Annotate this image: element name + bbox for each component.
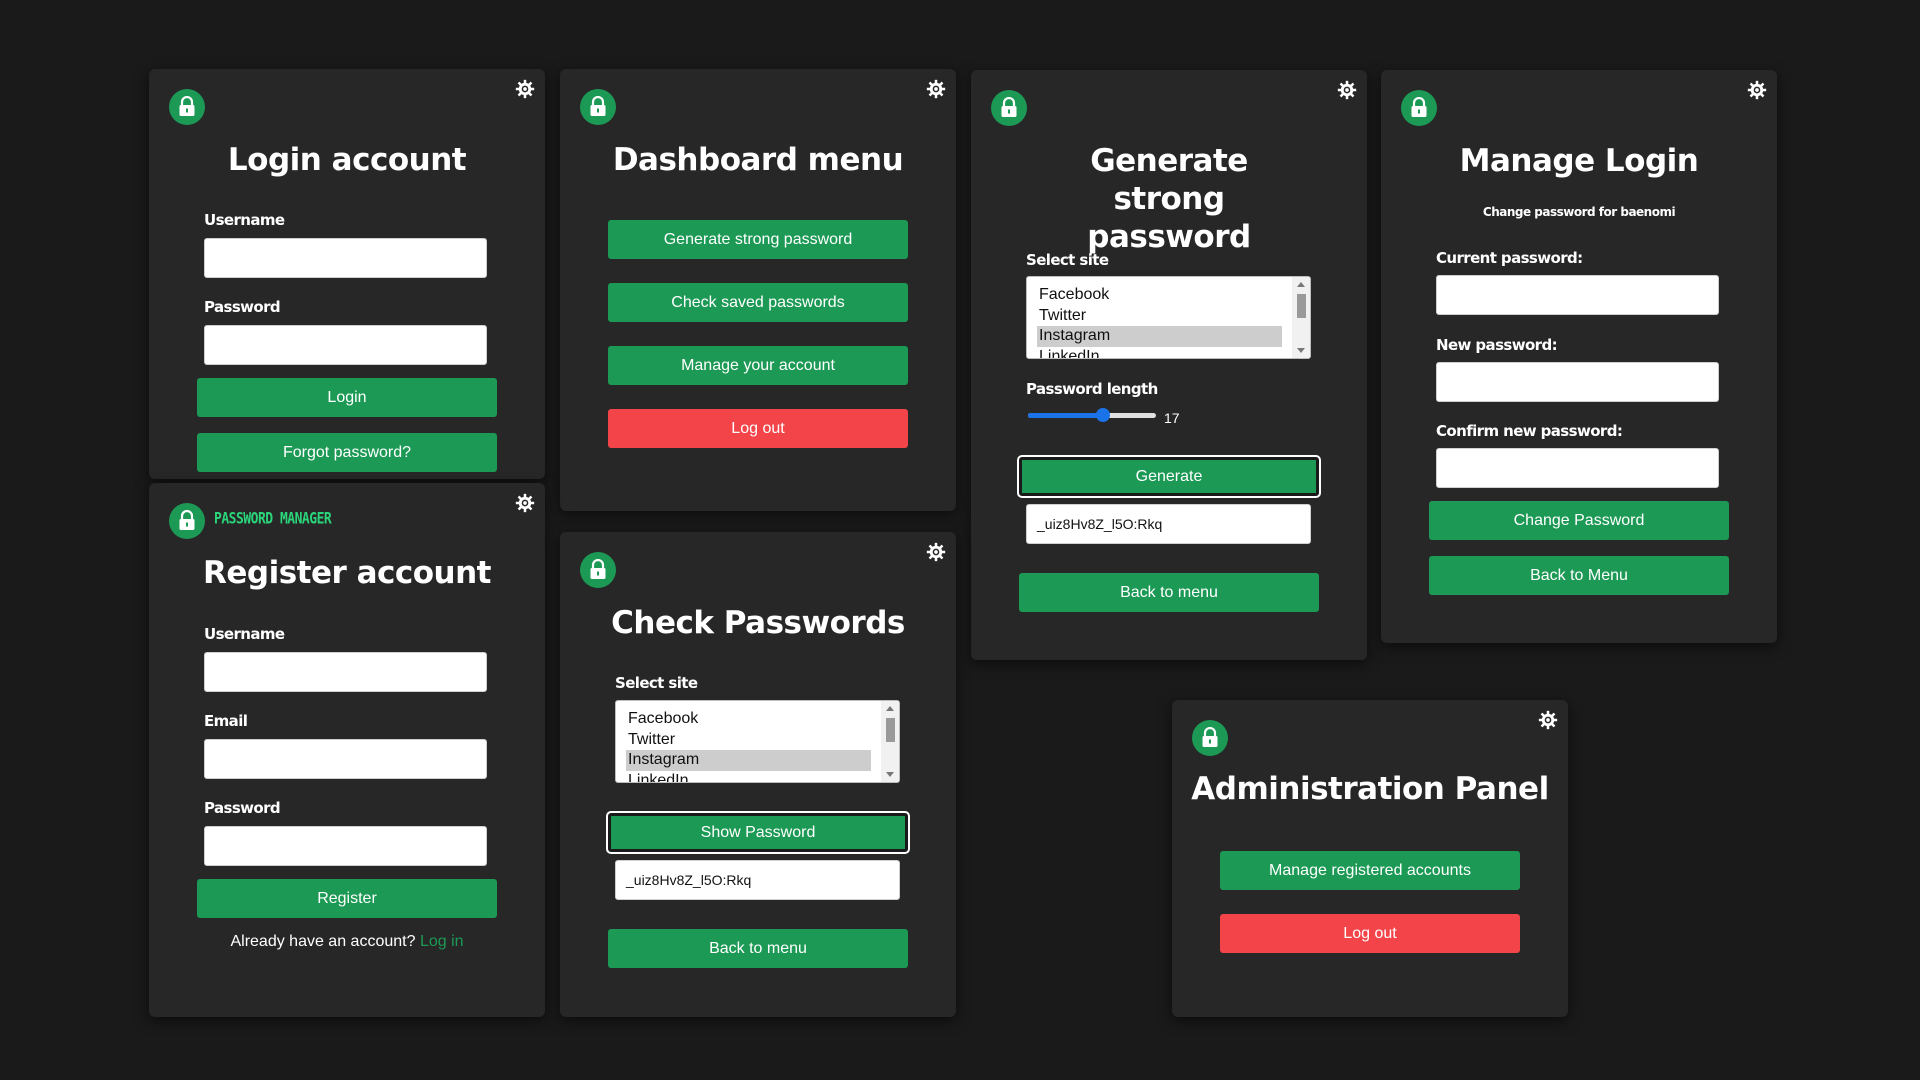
page-title: Check Passwords <box>611 605 905 641</box>
new-password-label: New password: <box>1436 336 1558 354</box>
scrollbar[interactable] <box>881 701 899 782</box>
select-site-label: Select site <box>615 674 698 692</box>
register-card: PASSWORD MANAGER Register account Userna… <box>149 483 545 1017</box>
logout-button[interactable]: Log out <box>608 409 908 448</box>
gear-icon[interactable] <box>515 79 535 99</box>
page-title: Manage Login <box>1459 143 1699 179</box>
check-passwords-card: Check Passwords Select site Facebook Twi… <box>560 532 956 1017</box>
username-label: Username <box>204 625 285 643</box>
page-subtitle: Change password for baenomi <box>1482 205 1676 219</box>
email-input[interactable] <box>204 739 487 779</box>
gear-icon[interactable] <box>1538 710 1558 730</box>
back-to-menu-button[interactable]: Back to menu <box>1019 573 1319 612</box>
manage-accounts-button[interactable]: Manage registered accounts <box>1220 851 1520 890</box>
lock-icon <box>169 503 205 539</box>
show-password-button[interactable]: Show Password <box>606 811 910 854</box>
login-prompt-text: Already have an account? <box>230 933 416 950</box>
change-password-button[interactable]: Change Password <box>1429 501 1729 540</box>
site-option[interactable]: Twitter <box>1027 306 1282 327</box>
page-title: Login account <box>227 142 467 178</box>
username-input[interactable] <box>204 652 487 692</box>
password-label: Password <box>204 799 281 817</box>
back-to-menu-button[interactable]: Back to Menu <box>1429 556 1729 595</box>
back-to-menu-button[interactable]: Back to menu <box>608 929 908 968</box>
app-brand: PASSWORD MANAGER <box>214 510 332 529</box>
password-length-value: 17 <box>1164 410 1180 426</box>
password-label: Password <box>204 298 281 316</box>
current-password-label: Current password: <box>1436 249 1583 267</box>
forgot-password-button[interactable]: Forgot password? <box>197 433 497 472</box>
manage-login-card: Manage Login Change password for baenomi… <box>1381 70 1777 643</box>
site-option[interactable]: Facebook <box>1027 285 1282 306</box>
scrollbar[interactable] <box>1292 277 1310 358</box>
email-label: Email <box>204 712 248 730</box>
generate-password-button[interactable]: Generate strong password <box>608 220 908 259</box>
username-input[interactable] <box>204 238 487 278</box>
gear-icon[interactable] <box>515 493 535 513</box>
generate-button[interactable]: Generate <box>1017 455 1321 498</box>
lock-icon <box>1192 720 1228 756</box>
lock-icon <box>169 89 205 125</box>
register-button[interactable]: Register <box>197 879 497 918</box>
new-password-input[interactable] <box>1436 362 1719 402</box>
site-option-selected[interactable]: Instagram <box>1037 326 1282 347</box>
site-option[interactable]: Facebook <box>616 709 871 730</box>
gear-icon[interactable] <box>1337 80 1357 100</box>
page-title: Register account <box>202 555 492 591</box>
logout-button[interactable]: Log out <box>1220 914 1520 953</box>
site-option-selected[interactable]: Instagram <box>626 750 871 771</box>
admin-panel-card: Administration Panel Manage registered a… <box>1172 700 1568 1017</box>
site-option[interactable]: Twitter <box>616 730 871 751</box>
gear-icon[interactable] <box>1747 80 1767 100</box>
gear-icon[interactable] <box>926 79 946 99</box>
site-option[interactable]: LinkedIn <box>1027 347 1282 359</box>
page-title: Dashboard menu <box>612 142 904 178</box>
lock-icon <box>1401 90 1437 126</box>
password-input[interactable] <box>204 325 487 365</box>
username-label: Username <box>204 211 285 229</box>
select-site-label: Select site <box>1026 251 1109 269</box>
current-password-input[interactable] <box>1436 275 1719 315</box>
login-prompt: Already have an account? Log in <box>149 933 545 951</box>
lock-icon <box>580 89 616 125</box>
password-length-label: Password length <box>1026 380 1158 398</box>
generate-card: Generate strong password Select site Fac… <box>971 70 1367 660</box>
dashboard-card: Dashboard menu Generate strong password … <box>560 69 956 511</box>
password-length-slider[interactable] <box>1028 406 1156 424</box>
manage-account-button[interactable]: Manage your account <box>608 346 908 385</box>
confirm-password-input[interactable] <box>1436 448 1719 488</box>
lock-icon <box>580 552 616 588</box>
gear-icon[interactable] <box>926 542 946 562</box>
login-link[interactable]: Log in <box>420 933 464 950</box>
site-select[interactable]: Facebook Twitter Instagram LinkedIn <box>1026 276 1311 359</box>
generated-password-field[interactable]: _uiz8Hv8Z_l5O:Rkq <box>1026 504 1311 544</box>
confirm-password-label: Confirm new password: <box>1436 422 1623 440</box>
check-passwords-button[interactable]: Check saved passwords <box>608 283 908 322</box>
password-input[interactable] <box>204 826 487 866</box>
page-title: Generate strong password <box>1087 143 1251 255</box>
password-output-field[interactable]: _uiz8Hv8Z_l5O:Rkq <box>615 860 900 900</box>
site-select[interactable]: Facebook Twitter Instagram LinkedIn <box>615 700 900 783</box>
login-button[interactable]: Login <box>197 378 497 417</box>
lock-icon <box>991 90 1027 126</box>
login-card: Login account Username Password Login Fo… <box>149 69 545 479</box>
site-option[interactable]: LinkedIn <box>616 771 871 783</box>
page-title: Administration Panel <box>1191 771 1549 807</box>
